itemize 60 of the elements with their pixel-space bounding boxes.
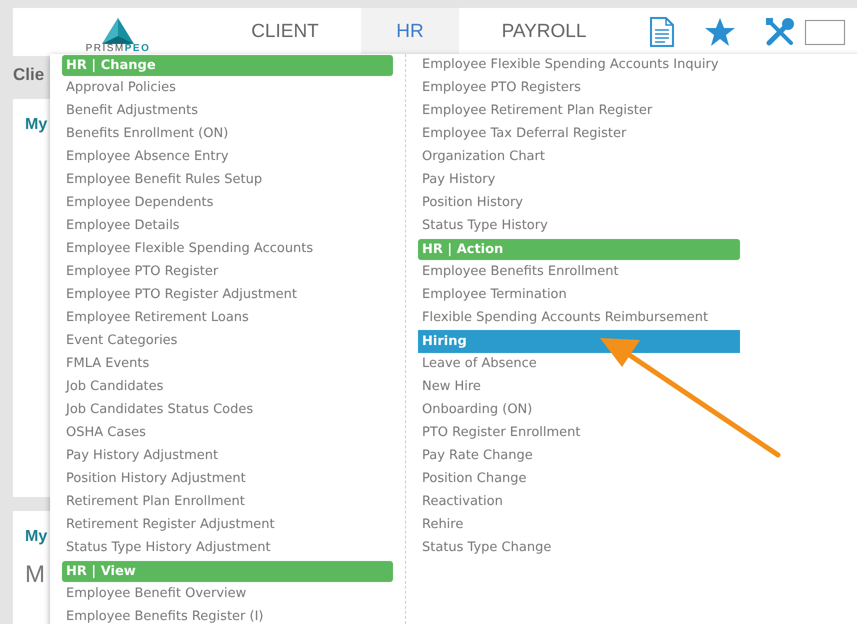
menu-item[interactable]: Benefit Adjustments	[62, 103, 198, 118]
nav-tab[interactable]: HR	[361, 8, 459, 56]
menu-item[interactable]: Employee PTO Registers	[418, 80, 581, 95]
menu-item[interactable]: New Hire	[418, 379, 481, 394]
menu-item[interactable]: Employee Benefits Enrollment	[418, 264, 619, 279]
menu-item[interactable]: Pay History	[418, 172, 496, 187]
menu-item[interactable]: Benefits Enrollment (ON)	[62, 126, 228, 141]
card-title: My	[25, 527, 48, 547]
menu-section-header: HR | Change	[62, 55, 393, 76]
menu-item[interactable]: Retirement Plan Enrollment	[62, 494, 245, 509]
menu-item[interactable]: Leave of Absence	[418, 356, 537, 371]
menu-item[interactable]: Employee PTO Register	[62, 264, 218, 279]
menu-item[interactable]: Job Candidates	[62, 379, 164, 394]
menu-item[interactable]: Status Type Change	[418, 540, 552, 555]
menu-item[interactable]: OSHA Cases	[62, 425, 146, 440]
menu-item[interactable]: Flexible Spending Accounts Reimbursement	[418, 310, 708, 325]
menu-section-header: HR | Action	[418, 239, 740, 260]
menu-item[interactable]: Employee Benefit Rules Setup	[62, 172, 262, 187]
menu-item[interactable]: Employee Tax Deferral Register	[418, 126, 626, 141]
menu-item[interactable]: Pay Rate Change	[418, 448, 533, 463]
logo-icon	[102, 18, 134, 44]
menu-item[interactable]: Organization Chart	[418, 149, 545, 164]
menu-item[interactable]: Status Type History	[418, 218, 548, 233]
search-field[interactable]	[805, 20, 845, 45]
menu-item[interactable]: Employee PTO Register Adjustment	[62, 287, 297, 302]
card-subtitle: M	[25, 560, 45, 590]
menu-item[interactable]: Employee Retirement Plan Register	[418, 103, 652, 118]
tools-icon[interactable]	[765, 17, 795, 47]
menu-item[interactable]: Retirement Register Adjustment	[62, 517, 275, 532]
menu-item[interactable]: Onboarding (ON)	[418, 402, 532, 417]
menu-item[interactable]: Employee Dependents	[62, 195, 214, 210]
nav-tab[interactable]: PAYROLL	[479, 8, 609, 56]
menu-item[interactable]: Employee Benefit Overview	[62, 586, 246, 601]
card-title: My	[25, 115, 48, 135]
menu-item[interactable]: Employee Absence Entry	[62, 149, 229, 164]
menu-item[interactable]: Position Change	[418, 471, 527, 486]
menu-item[interactable]: Approval Policies	[62, 80, 176, 95]
menu-item[interactable]: PTO Register Enrollment	[418, 425, 580, 440]
menu-item[interactable]: Employee Retirement Loans	[62, 310, 249, 325]
logo-text: PRISM PEO	[86, 44, 150, 54]
menu-item[interactable]: Employee Benefits Register (I)	[62, 609, 264, 624]
menu-item[interactable]: Employee Details	[62, 218, 180, 233]
menu-item[interactable]: FMLA Events	[62, 356, 150, 371]
menu-item[interactable]: Position History	[418, 195, 523, 210]
menu-section-header: HR | View	[62, 561, 393, 582]
menu-item[interactable]: Employee Flexible Spending Accounts Inquiry	[418, 57, 719, 72]
menu-item[interactable]: Job Candidates Status Codes	[62, 402, 254, 417]
menu-item[interactable]: Event Categories	[62, 333, 178, 348]
menu-item[interactable]: Pay History Adjustment	[62, 448, 218, 463]
page-title: Clie	[13, 66, 44, 83]
menu-item[interactable]: Employee Flexible Spending Accounts	[62, 241, 314, 256]
menu-item[interactable]: Position History Adjustment	[62, 471, 246, 486]
menu-item[interactable]: Reactivation	[418, 494, 503, 509]
star-icon[interactable]	[705, 18, 735, 46]
menu-item[interactable]: Hiring	[418, 330, 740, 353]
menu-item[interactable]: Employee Termination	[418, 287, 567, 302]
menu-item[interactable]: Status Type History Adjustment	[62, 540, 271, 555]
menu-item[interactable]: Rehire	[418, 517, 464, 532]
document-icon[interactable]	[649, 17, 675, 47]
nav-tab[interactable]: CLIENT	[221, 8, 349, 56]
